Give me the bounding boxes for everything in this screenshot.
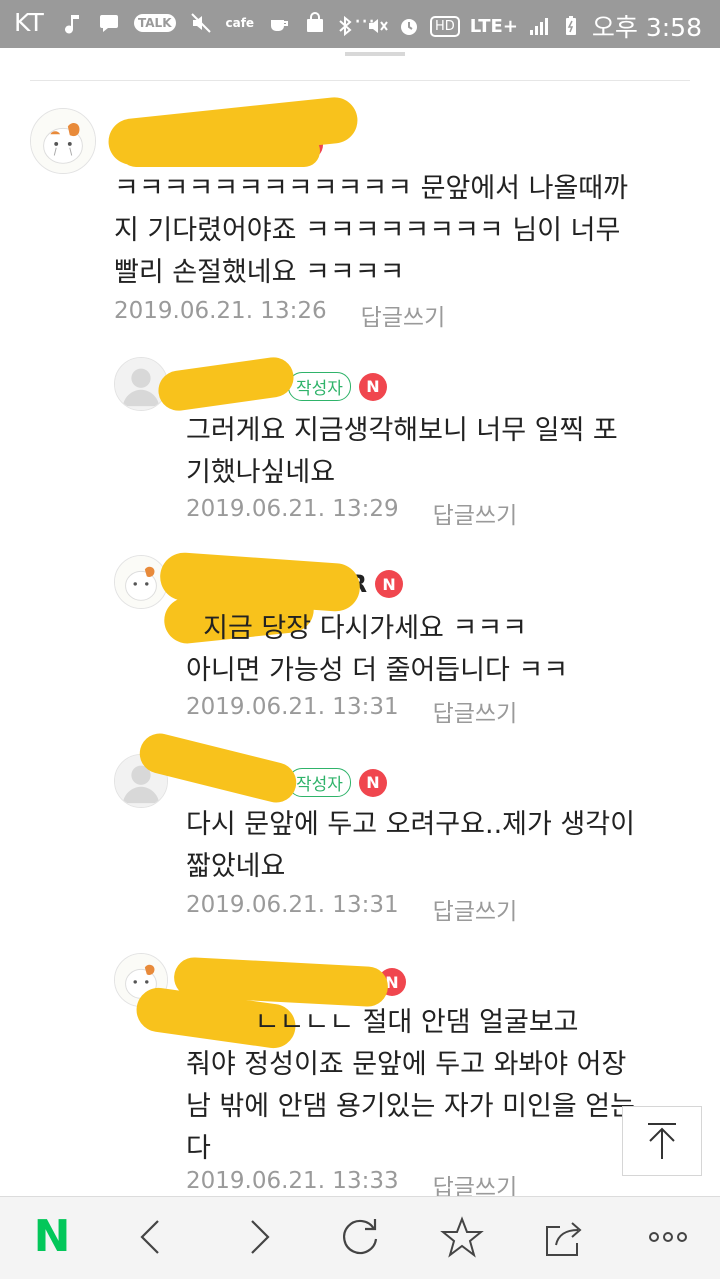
reply-link[interactable]: 답글쓰기 bbox=[433, 496, 518, 530]
refresh-icon bbox=[343, 1219, 378, 1255]
avatar[interactable] bbox=[30, 108, 96, 174]
hd-icon: HD bbox=[429, 15, 460, 37]
lte-icon: LTE+ bbox=[469, 15, 518, 37]
redaction-mark bbox=[155, 354, 297, 414]
comment-meta: 2019.06.21. 13:26 답글쓰기 bbox=[114, 298, 445, 332]
reply-link[interactable]: 답글쓰기 bbox=[361, 298, 446, 332]
n-badge-icon: N bbox=[358, 768, 387, 797]
comment-text: 그러게요 지금생각해보니 너무 일찍 포 기했나싶네요 bbox=[186, 415, 618, 488]
comment-date: 2019.06.21. 13:26 bbox=[114, 298, 327, 324]
bookmark-button[interactable] bbox=[440, 1215, 484, 1259]
previous-content-edge bbox=[345, 52, 405, 56]
carrier-label: KT bbox=[14, 8, 44, 37]
hamster-avatar-icon bbox=[115, 556, 167, 608]
reply-link[interactable]: 답글쓰기 bbox=[433, 892, 518, 926]
notification-icons: TALK cafe ··· bbox=[62, 10, 375, 35]
comment-text: 다시 문앞에 두고 오려구요..제가 생각이 짧았네요 bbox=[186, 809, 635, 882]
n-badge-icon: N bbox=[375, 570, 404, 598]
comment-text: ㅋㅋㅋㅋㅋㅋㅋㅋㅋㅋㅋㅋ 문앞에서 나올때까 지 기다렸어야죠 ㅋㅋㅋㅋㅋㅋㅋㅋ… bbox=[114, 173, 628, 288]
refresh-button[interactable] bbox=[338, 1215, 382, 1259]
arrow-up-icon bbox=[648, 1123, 676, 1159]
comment-text: 지금 당장 다시가세요 ㅋㅋㅋ 아니면 가능성 더 줄어듭니다 ㅋㅋ bbox=[186, 613, 569, 686]
cafe-icon: cafe bbox=[225, 15, 255, 30]
share-button[interactable] bbox=[542, 1215, 586, 1259]
signal-icon bbox=[529, 18, 548, 35]
share-icon bbox=[546, 1222, 582, 1256]
no-sound-icon bbox=[190, 12, 211, 33]
bookmark-star-icon bbox=[440, 1216, 484, 1258]
back-icon bbox=[140, 1220, 159, 1254]
music-note-icon bbox=[65, 14, 79, 33]
hamster-avatar-icon bbox=[31, 109, 95, 173]
system-icons: HD LTE+ 오후 3:58 bbox=[334, 8, 702, 44]
comment-text: ㄴㄴㄴㄴ 절대 안댐 얼굴보고 줘야 정성이죠 문앞에 두고 와봐야 어장 남 … bbox=[186, 1007, 635, 1164]
battery-icon bbox=[565, 16, 576, 35]
more-button[interactable] bbox=[646, 1215, 690, 1259]
comment-date: 2019.06.21. 13:31 bbox=[186, 694, 399, 720]
bluetooth-icon bbox=[339, 15, 352, 37]
more-icon bbox=[649, 1232, 687, 1242]
mute-icon bbox=[368, 19, 388, 33]
forward-button[interactable] bbox=[236, 1215, 280, 1259]
cup-icon bbox=[271, 19, 289, 31]
comment-date: 2019.06.21. 13:29 bbox=[186, 496, 399, 522]
naver-home-icon: N bbox=[33, 1211, 71, 1262]
author-badge: 작성자 bbox=[288, 768, 351, 797]
comment-meta: 2019.06.21. 13:31 답글쓰기 bbox=[186, 694, 517, 728]
reply-link[interactable]: 답글쓰기 bbox=[433, 694, 518, 728]
divider bbox=[30, 80, 690, 81]
bottom-navigation: N bbox=[0, 1196, 720, 1279]
message-icon bbox=[100, 14, 118, 32]
comment-meta: 2019.06.21. 13:29 답글쓰기 bbox=[186, 496, 517, 530]
status-bar: KT TALK cafe ··· HD LTE+ 오후 3:58 bbox=[0, 0, 720, 48]
back-button[interactable] bbox=[130, 1215, 174, 1259]
talk-icon: TALK bbox=[134, 13, 176, 32]
alarm-icon bbox=[400, 19, 417, 35]
n-badge-icon: N bbox=[358, 372, 387, 401]
bag-icon bbox=[307, 11, 324, 32]
clock: 오후 3:58 bbox=[591, 13, 702, 42]
forward-icon bbox=[251, 1220, 270, 1254]
redaction-mark bbox=[120, 135, 320, 167]
comment-meta: 2019.06.21. 13:31 답글쓰기 bbox=[186, 892, 517, 926]
naver-home-button[interactable]: N bbox=[30, 1215, 74, 1259]
scroll-to-top-button[interactable] bbox=[622, 1106, 702, 1176]
comment-date: 2019.06.21. 13:31 bbox=[186, 892, 399, 918]
author-badge: 작성자 bbox=[288, 372, 351, 401]
